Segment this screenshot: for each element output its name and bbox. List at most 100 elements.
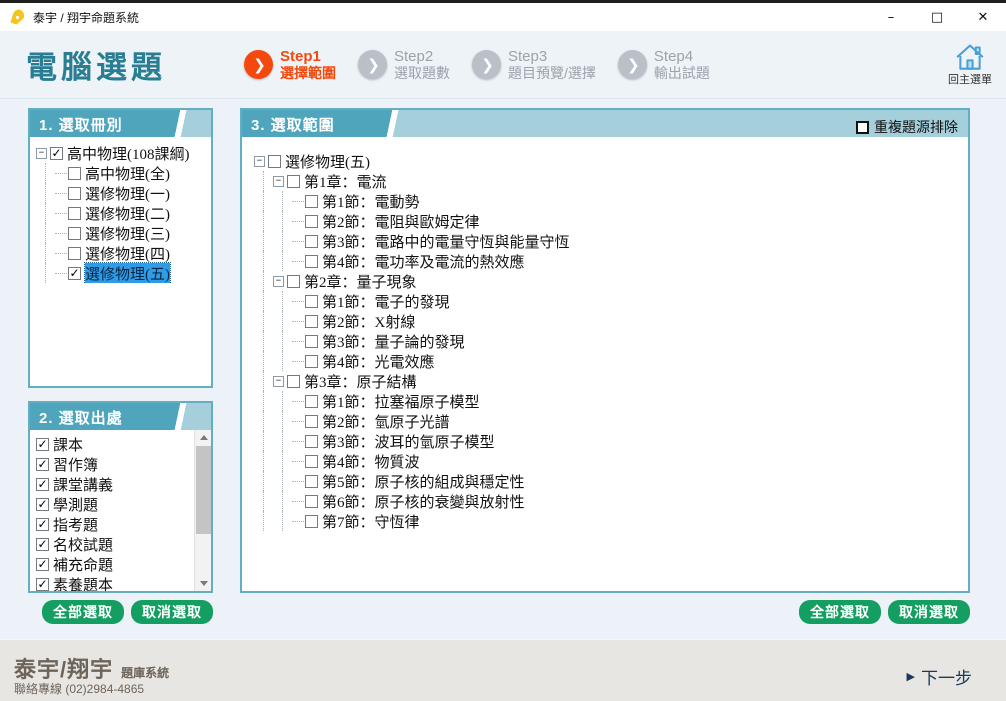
source-item[interactable]: ✓名校試題	[36, 534, 191, 554]
tree-item[interactable]: 選修物理(三)	[36, 223, 209, 243]
checkbox[interactable]	[305, 515, 318, 528]
step-4[interactable]: ❯ Step4 輸出試題	[618, 48, 710, 81]
checkbox[interactable]: ✓	[68, 267, 81, 280]
tree-item[interactable]: 第2節：電阻與歐姆定律	[254, 211, 966, 231]
tree-item-label[interactable]: 第4節：物質波	[322, 451, 420, 472]
tree-item-label[interactable]: 選修物理(一)	[85, 183, 170, 204]
duplicate-source-exclude-option[interactable]: 重複題源排除	[856, 117, 958, 137]
next-step-button[interactable]: ▶ 下一步	[907, 664, 972, 689]
close-button[interactable]: ✕	[960, 3, 1006, 31]
checkbox[interactable]: ✓	[36, 478, 49, 491]
deselect-button[interactable]: 取消選取	[131, 600, 213, 624]
tree-item[interactable]: −第2章：量子現象	[254, 271, 966, 291]
tree-item[interactable]: 第5節：原子核的組成與穩定性	[254, 471, 966, 491]
source-item[interactable]: ✓補充命題	[36, 554, 191, 574]
maximize-button[interactable]: □	[914, 3, 960, 31]
step-3[interactable]: ❯ Step3 題目預覽/選擇	[472, 48, 596, 81]
checkbox[interactable]: ✓	[36, 558, 49, 571]
tree-item-label[interactable]: 選修物理(三)	[85, 223, 170, 244]
tree-item[interactable]: −選修物理(五)	[254, 151, 966, 171]
checkbox[interactable]	[305, 255, 318, 268]
checkbox[interactable]	[305, 315, 318, 328]
checkbox[interactable]: ✓	[36, 438, 49, 451]
tree-item[interactable]: 高中物理(全)	[36, 163, 209, 183]
checkbox[interactable]	[68, 187, 81, 200]
tree-item-label[interactable]: 第3節：波耳的氫原子模型	[322, 431, 495, 452]
tree-item[interactable]: 第1節：電動勢	[254, 191, 966, 211]
tree-item-label[interactable]: 高中物理(108課綱)	[67, 143, 190, 164]
checkbox[interactable]	[305, 475, 318, 488]
checkbox[interactable]: ✓	[36, 538, 49, 551]
tree-item[interactable]: 選修物理(一)	[36, 183, 209, 203]
scrollbar[interactable]	[194, 430, 211, 591]
collapse-toggle-icon[interactable]: −	[273, 176, 284, 187]
tree-item[interactable]: 第3節：電路中的電量守恆與能量守恆	[254, 231, 966, 251]
checkbox[interactable]	[68, 227, 81, 240]
tree-item[interactable]: 第2節：氫原子光譜	[254, 411, 966, 431]
tree-item[interactable]: 第3節：量子論的發現	[254, 331, 966, 351]
checkbox[interactable]	[305, 415, 318, 428]
tree-item[interactable]: −✓高中物理(108課綱)	[36, 143, 209, 163]
tree-item-label[interactable]: 第3章：原子結構	[304, 371, 417, 392]
tree-item[interactable]: 第7節：守恆律	[254, 511, 966, 531]
tree-item-label[interactable]: 高中物理(全)	[85, 163, 170, 184]
scroll-down-icon[interactable]	[195, 576, 211, 591]
checkbox[interactable]: ✓	[36, 498, 49, 511]
checkbox[interactable]	[68, 207, 81, 220]
tree-item-label[interactable]: 第1節：電動勢	[322, 191, 420, 212]
checkbox[interactable]	[305, 395, 318, 408]
tree-item-label[interactable]: 選修物理(二)	[85, 203, 170, 224]
tree-item-label[interactable]: 第1節：電子的發現	[322, 291, 450, 312]
tree-item-label[interactable]: 第3節：電路中的電量守恆與能量守恆	[322, 231, 570, 252]
tree-item-label[interactable]: 第2節：氫原子光譜	[322, 411, 450, 432]
source-item[interactable]: ✓課本	[36, 434, 191, 454]
tree-item-label[interactable]: 第2章：量子現象	[304, 271, 417, 292]
tree-item-label[interactable]: 選修物理(五)	[85, 263, 170, 284]
tree-item[interactable]: 第1節：拉塞福原子模型	[254, 391, 966, 411]
source-item[interactable]: ✓學測題	[36, 494, 191, 514]
tree-item-label[interactable]: 第1節：拉塞福原子模型	[322, 391, 480, 412]
tree-item[interactable]: − 第3章：原子結構	[254, 371, 966, 391]
checkbox[interactable]	[305, 235, 318, 248]
source-item[interactable]: ✓指考題	[36, 514, 191, 534]
source-item[interactable]: ✓課堂講義	[36, 474, 191, 494]
tree-item-label[interactable]: 第7節：守恆律	[322, 511, 420, 532]
home-button[interactable]: 回主選單	[948, 43, 992, 87]
select-all-button[interactable]: 全部選取	[799, 600, 881, 624]
checkbox[interactable]: ✓	[50, 147, 63, 160]
checkbox[interactable]	[287, 275, 300, 288]
tree-item-label[interactable]: 選修物理(四)	[85, 243, 170, 264]
collapse-toggle-icon[interactable]: −	[254, 156, 265, 167]
checkbox[interactable]	[287, 175, 300, 188]
checkbox[interactable]: ✓	[36, 518, 49, 531]
source-item[interactable]: ✓習作簿	[36, 454, 191, 474]
checkbox[interactable]	[68, 167, 81, 180]
checkbox[interactable]	[268, 155, 281, 168]
step-1[interactable]: ❯ Step1 選擇範圍	[244, 48, 336, 81]
scrollbar-thumb[interactable]	[196, 446, 211, 534]
tree-item-label[interactable]: 第3節：量子論的發現	[322, 331, 465, 352]
tree-item[interactable]: 第2節：X射線	[254, 311, 966, 331]
step-2[interactable]: ❯ Step2 選取題數	[358, 48, 450, 81]
tree-item-label[interactable]: 第5節：原子核的組成與穩定性	[322, 471, 525, 492]
checkbox[interactable]	[856, 121, 869, 134]
tree-item-label[interactable]: 第4節：電功率及電流的熱效應	[322, 251, 525, 272]
tree-item[interactable]: 第6節：原子核的衰變與放射性	[254, 491, 966, 511]
checkbox[interactable]	[305, 295, 318, 308]
checkbox[interactable]	[68, 247, 81, 260]
checkbox[interactable]	[305, 435, 318, 448]
tree-item[interactable]: 第3節：波耳的氫原子模型	[254, 431, 966, 451]
collapse-toggle-icon[interactable]: −	[273, 376, 284, 387]
checkbox[interactable]: ✓	[36, 578, 49, 591]
tree-item[interactable]: 第1節：電子的發現	[254, 291, 966, 311]
tree-item[interactable]: 選修物理(四)	[36, 243, 209, 263]
tree-item[interactable]: ✓ 選修物理(五)	[36, 263, 209, 283]
minimize-button[interactable]: –	[868, 3, 914, 31]
tree-item-label[interactable]: 第2節：電阻與歐姆定律	[322, 211, 480, 232]
checkbox[interactable]: ✓	[36, 458, 49, 471]
tree-item[interactable]: 第4節：物質波	[254, 451, 966, 471]
tree-item[interactable]: −第1章：電流	[254, 171, 966, 191]
scroll-up-icon[interactable]	[195, 430, 211, 445]
tree-item[interactable]: 第4節：電功率及電流的熱效應	[254, 251, 966, 271]
tree-item[interactable]: 第4節：光電效應	[254, 351, 966, 371]
